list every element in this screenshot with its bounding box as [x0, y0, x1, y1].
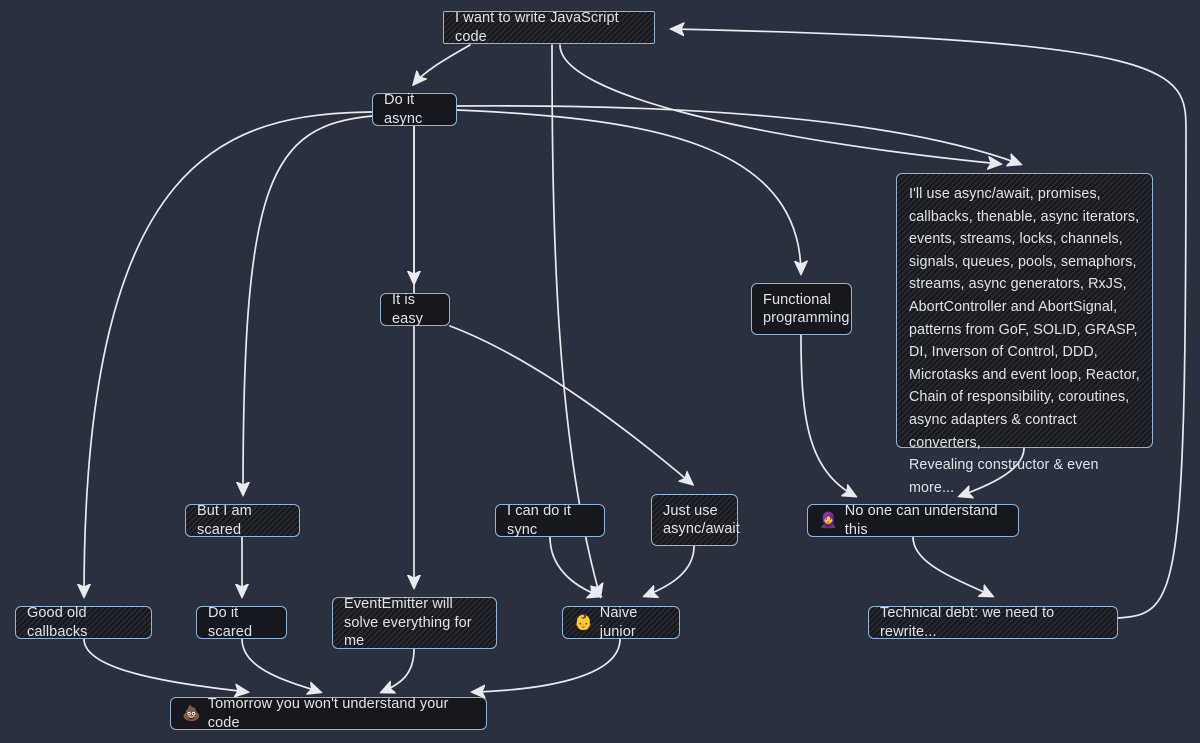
- edge-do_async-to-but_scared: [243, 115, 373, 494]
- edge-do_async-to-big_list: [456, 104, 1020, 164]
- node-do_async[interactable]: Do it async: [372, 92, 457, 127]
- node-label: Naive junior: [599, 605, 638, 640]
- edge-do_it_scared-to-tomorrow: [241, 638, 320, 692]
- edge-do_sync-to-naive_junior: [549, 536, 600, 596]
- edge-want_js-to-big_list: [559, 44, 1000, 164]
- node-label: Tomorrow you won't understand your code: [207, 696, 449, 731]
- node-label: Functional programming: [763, 291, 850, 327]
- edge-do_async-to-functional: [456, 109, 801, 273]
- node-label: Do it async: [384, 92, 423, 127]
- node-label: I'll use async/await, promises, callback…: [909, 186, 1140, 496]
- node-just_async_await[interactable]: Just use async/await: [651, 494, 740, 546]
- node-good_old_callbacks[interactable]: Good old callbacks: [15, 605, 152, 640]
- flowchart-canvas: I want to write JavaScript code Do it asy…: [0, 0, 1200, 743]
- node-label: It is easy: [392, 292, 424, 327]
- node-event_emitter[interactable]: EventEmitter will solve everything for m…: [332, 596, 497, 650]
- node-emoji-icon: 👶: [574, 614, 593, 631]
- node-tomorrow[interactable]: 💩 Tomorrow you won't understand your code: [170, 696, 487, 731]
- node-label: I want to write JavaScript code: [455, 10, 619, 45]
- node-do_it_scared[interactable]: Do it scared: [196, 605, 287, 640]
- edge-want_js-to-do_async: [414, 44, 471, 84]
- edge-good_old_callbacks-to-tomorrow: [83, 638, 247, 692]
- node-label: Technical debt: we need to rewrite...: [880, 605, 1055, 640]
- node-naive_junior[interactable]: 👶 Naive junior: [562, 605, 680, 640]
- node-label: Just use async/await: [663, 502, 740, 538]
- node-emoji-icon: 💩: [182, 705, 201, 722]
- edge-just_async_await-to-naive_junior: [645, 545, 695, 596]
- node-emoji-icon: 🧕: [819, 512, 838, 529]
- edge-it_is_easy-to-just_async_await: [449, 325, 692, 484]
- node-big_list[interactable]: I'll use async/await, promises, callback…: [896, 173, 1153, 496]
- node-label: But I am scared: [197, 503, 252, 538]
- node-label: I can do it sync: [507, 503, 571, 538]
- node-do_sync[interactable]: I can do it sync: [495, 503, 605, 538]
- edge-functional-to-no_one_understands: [800, 334, 855, 496]
- node-tech_debt[interactable]: Technical debt: we need to rewrite...: [868, 605, 1118, 640]
- node-label: Do it scared: [208, 605, 253, 640]
- edge-event_emitter-to-tomorrow: [382, 648, 415, 692]
- node-label: Good old callbacks: [27, 605, 88, 640]
- node-functional[interactable]: Functional programming: [751, 283, 852, 335]
- node-want_js[interactable]: I want to write JavaScript code: [443, 10, 655, 45]
- node-no_one_understands[interactable]: 🧕 No one can understand this: [807, 503, 1019, 538]
- node-it_is_easy[interactable]: It is easy: [380, 292, 450, 327]
- node-label: EventEmitter will solve everything for m…: [344, 596, 472, 650]
- node-label: No one can understand this: [844, 503, 998, 538]
- edge-no_one_understands-to-tech_debt: [912, 536, 992, 596]
- node-but_scared[interactable]: But I am scared: [185, 503, 300, 538]
